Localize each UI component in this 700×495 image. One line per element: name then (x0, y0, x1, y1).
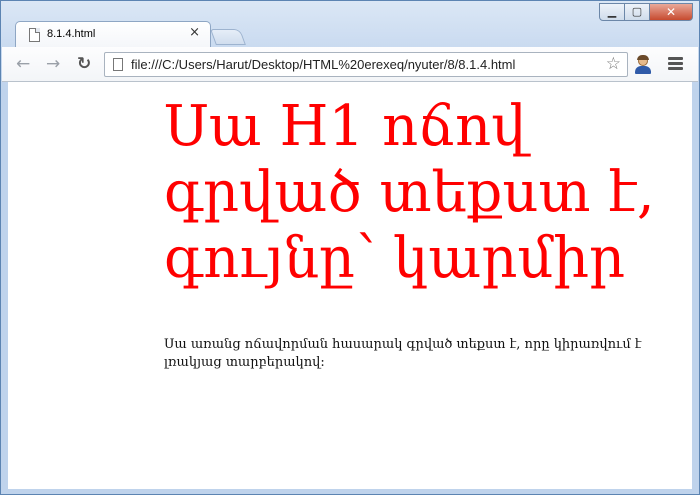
tab-title: 8.1.4.html (47, 28, 96, 40)
back-arrow-icon[interactable]: ← (16, 54, 30, 74)
minimize-button[interactable]: ▁ (599, 3, 625, 21)
page-icon (113, 58, 123, 71)
url-text[interactable]: file:///C:/Users/Harut/Desktop/HTML%20er… (131, 57, 515, 72)
user-avatar-icon[interactable] (635, 55, 651, 74)
window-controls: ▁ ▢ ✕ (599, 3, 693, 21)
address-bar[interactable]: file:///C:/Users/Harut/Desktop/HTML%20er… (104, 52, 628, 77)
reload-icon[interactable]: ↻ (77, 54, 91, 74)
new-tab-button[interactable] (210, 29, 246, 45)
browser-window: 8.1.4.html × ▁ ▢ ✕ ← → ↻ file:///C:/User… (0, 0, 700, 495)
browser-toolbar: ← → ↻ file:///C:/Users/Harut/Desktop/HTM… (2, 47, 698, 82)
page-icon (29, 28, 40, 42)
close-window-button[interactable]: ✕ (649, 3, 693, 21)
maximize-button[interactable]: ▢ (624, 3, 650, 21)
page-viewport: Սա H1 ոճով գրված տեքստ է, գույնը՝ կարմիր… (8, 82, 692, 489)
page-content: Սա H1 ոճով գրված տեքստ է, գույնը՝ կարմիր… (164, 94, 674, 372)
tab-close-icon[interactable]: × (189, 25, 200, 40)
tab-strip: 8.1.4.html × ▁ ▢ ✕ (1, 1, 699, 48)
page-paragraph: Սա առանց ոճավորման հասարակ գրված տեքստ է… (164, 337, 642, 370)
bookmark-star-icon[interactable]: ☆ (606, 54, 621, 74)
menu-icon[interactable] (668, 57, 683, 71)
tab-active[interactable]: 8.1.4.html × (15, 21, 211, 48)
page-heading: Սա H1 ոճով գրված տեքստ է, գույնը՝ կարմիր (164, 94, 655, 291)
forward-arrow-icon[interactable]: → (46, 54, 60, 74)
